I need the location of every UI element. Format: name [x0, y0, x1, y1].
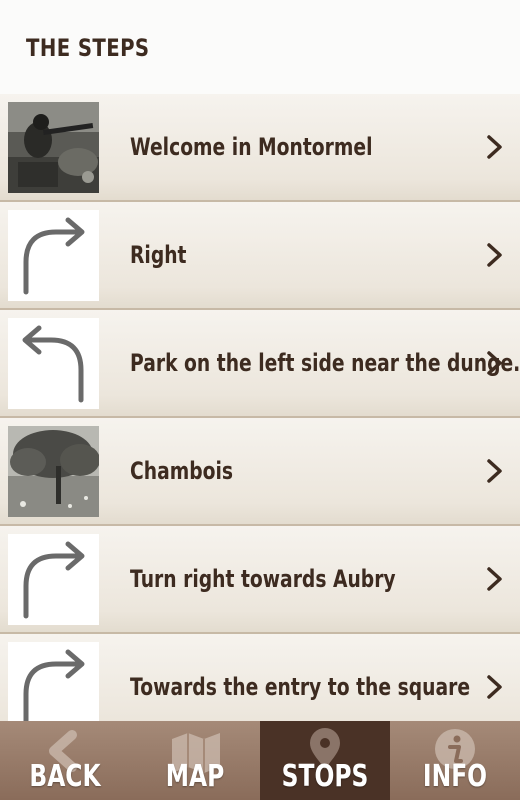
step-row[interactable]: Welcome in Montormel — [0, 94, 520, 202]
steps-list[interactable]: Welcome in Montormel Right Park on the l… — [0, 94, 520, 724]
turn-left-icon — [8, 318, 99, 409]
turn-right-icon — [8, 642, 99, 724]
step-label: Chambois — [130, 457, 234, 485]
tab-info[interactable]: INFO — [390, 721, 520, 800]
turn-right-icon — [8, 210, 99, 301]
page-title: THE STEPS — [26, 34, 150, 62]
chevron-right-icon — [487, 567, 502, 591]
tab-stops[interactable]: STOPS — [260, 721, 390, 800]
tab-label: BACK — [29, 759, 101, 794]
step-row[interactable]: Right — [0, 202, 520, 310]
turn-right-icon — [8, 534, 99, 625]
chevron-right-icon — [487, 243, 502, 267]
chevron-right-icon — [487, 135, 502, 159]
header: THE STEPS — [0, 0, 520, 94]
chevron-right-icon — [487, 351, 502, 375]
step-label: Right — [130, 241, 187, 269]
chevron-right-icon — [487, 675, 502, 699]
tab-label: MAP — [165, 759, 225, 794]
tab-back[interactable]: BACK — [0, 721, 130, 800]
step-row[interactable]: Chambois — [0, 418, 520, 526]
step-row[interactable]: Park on the left side near the dunge... — [0, 310, 520, 418]
bottom-tab-bar: BACK MAP STOPS INFO — [0, 721, 520, 800]
step-label: Welcome in Montormel — [130, 133, 373, 161]
step-thumbnail-photo — [8, 102, 99, 193]
step-label: Park on the left side near the dunge... — [130, 349, 520, 377]
step-thumbnail-photo — [8, 426, 99, 517]
step-label: Turn right towards Aubry — [130, 565, 396, 593]
tab-label: STOPS — [281, 759, 369, 794]
tab-map[interactable]: MAP — [130, 721, 260, 800]
step-row[interactable]: Towards the entry to the square — [0, 634, 520, 724]
step-label: Towards the entry to the square — [130, 673, 471, 701]
tab-label: INFO — [422, 759, 488, 794]
step-row[interactable]: Turn right towards Aubry — [0, 526, 520, 634]
chevron-right-icon — [487, 459, 502, 483]
